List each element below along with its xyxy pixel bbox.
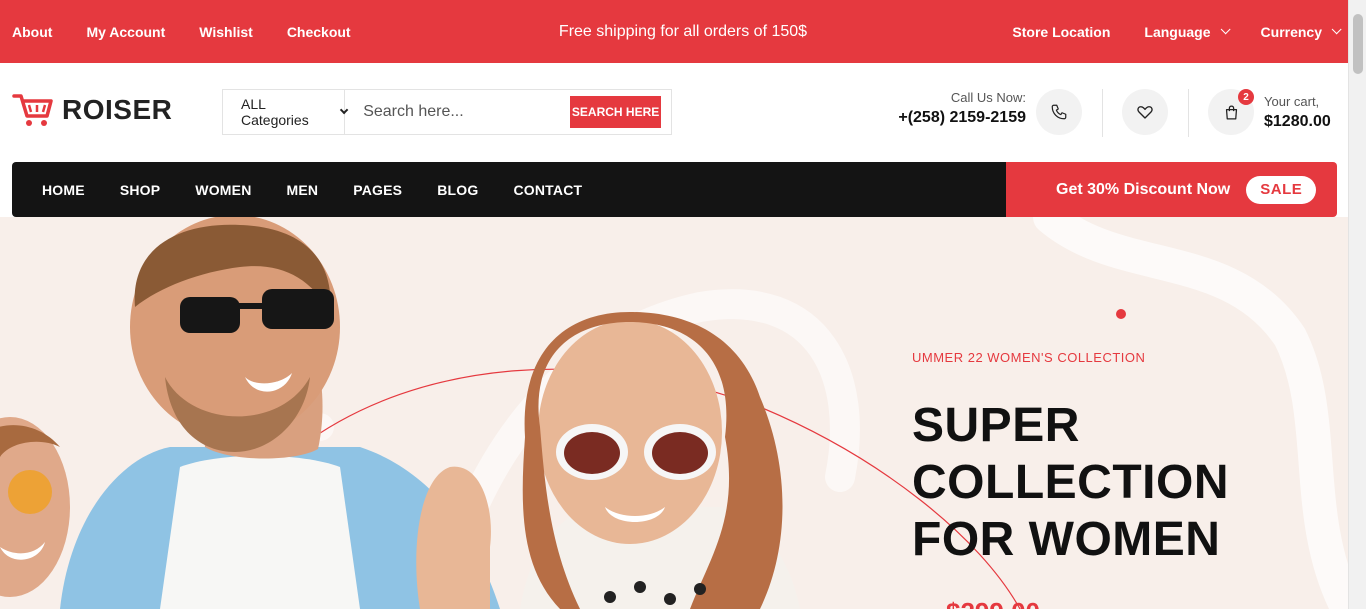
store-location-label: Store Location	[1012, 23, 1111, 40]
discount-text: Get 30% Discount Now	[1056, 180, 1231, 198]
heart-icon	[1137, 106, 1153, 119]
discount-banner[interactable]: Get 30% Discount Now SALE	[1006, 162, 1337, 217]
call-us: Call Us Now: +(258) 2159-2159	[898, 90, 1026, 127]
phone-number: +(258) 2159-2159	[898, 109, 1026, 126]
hero-title-line: FOR WOMEN	[912, 513, 1221, 566]
hero-subtitle: UMMER 22 WOMEN'S COLLECTION	[912, 350, 1146, 365]
my-account-link[interactable]: My Account	[86, 24, 165, 40]
cart-summary[interactable]: Your cart, $1280.00	[1264, 94, 1331, 131]
main-nav: HOME SHOP WOMEN MEN PAGES BLOG CONTACT	[12, 162, 1007, 217]
nav-shop[interactable]: SHOP	[120, 182, 160, 198]
wishlist-button[interactable]	[1122, 89, 1168, 135]
hero-title-line: SUPER	[912, 399, 1080, 452]
hero-price: $299.00	[946, 597, 1040, 609]
hero-title-line: COLLECTION	[912, 456, 1229, 509]
phone-button[interactable]	[1036, 89, 1082, 135]
store-location-link[interactable]: Store Location	[1012, 24, 1110, 40]
scrollbar-thumb[interactable]	[1353, 14, 1363, 74]
page-scrollbar[interactable]	[1348, 0, 1366, 609]
call-label: Call Us Now:	[950, 90, 1026, 105]
divider	[1188, 89, 1189, 137]
top-right-menu: Store Location Language Currency	[978, 0, 1342, 63]
site-logo[interactable]: ROISER	[12, 92, 172, 128]
chevron-down-icon	[1220, 24, 1231, 35]
logo-text: ROISER	[62, 94, 173, 125]
search-bar: ALL Categories SEARCH HERE	[222, 89, 672, 135]
chevron-down-icon	[1331, 24, 1342, 35]
about-link[interactable]: About	[12, 24, 52, 40]
nav-contact[interactable]: CONTACT	[513, 182, 582, 198]
search-button[interactable]: SEARCH HERE	[570, 96, 661, 128]
nav-blog[interactable]: BLOG	[437, 182, 478, 198]
top-links: About My Account Wishlist Checkout	[12, 0, 385, 63]
cart-label: Your cart,	[1264, 94, 1320, 109]
currency-label: Currency	[1260, 23, 1322, 40]
top-bar: About My Account Wishlist Checkout Free …	[0, 0, 1348, 63]
currency-dropdown[interactable]: Currency	[1260, 23, 1342, 40]
language-label: Language	[1144, 23, 1211, 40]
nav-women[interactable]: WOMEN	[195, 182, 251, 198]
cart-count-badge: 2	[1238, 89, 1254, 105]
category-select-label: ALL Categories	[241, 96, 309, 128]
cart-amount: $1280.00	[1264, 113, 1331, 130]
nav-men[interactable]: MEN	[287, 182, 319, 198]
wishlist-link[interactable]: Wishlist	[199, 24, 253, 40]
sale-badge[interactable]: SALE	[1246, 175, 1317, 204]
nav-home[interactable]: HOME	[42, 182, 85, 198]
cart-logo-icon	[12, 94, 53, 126]
phone-icon	[1051, 104, 1067, 120]
category-select[interactable]: ALL Categories	[223, 90, 348, 134]
search-input[interactable]	[345, 90, 571, 134]
hero-banner: UMMER 22 WOMEN'S COLLECTION SUPER COLLEC…	[0, 217, 1348, 609]
slider-dot[interactable]	[1116, 309, 1126, 319]
nav-pages[interactable]: PAGES	[353, 182, 402, 198]
shopping-bag-icon	[1225, 104, 1237, 120]
divider	[1102, 89, 1103, 137]
checkout-link[interactable]: Checkout	[287, 24, 351, 40]
language-dropdown[interactable]: Language	[1144, 23, 1231, 40]
hero-title: SUPER COLLECTION FOR WOMEN	[912, 397, 1229, 568]
